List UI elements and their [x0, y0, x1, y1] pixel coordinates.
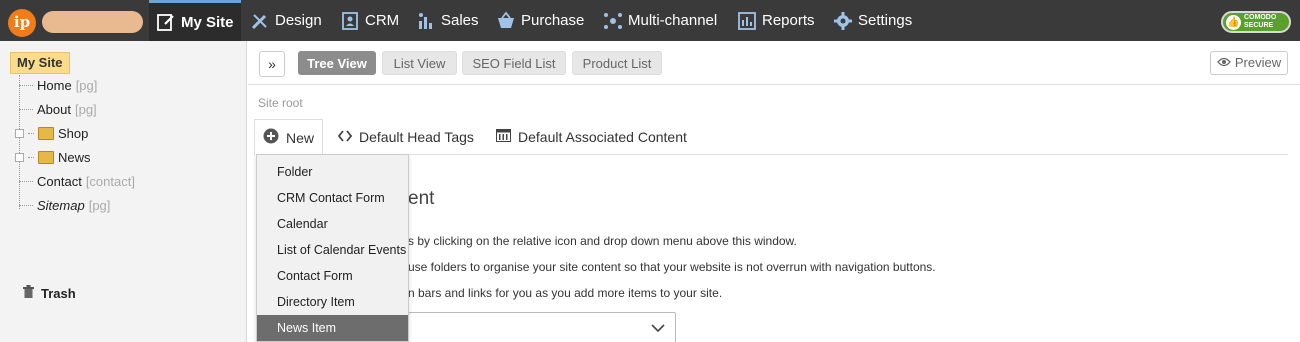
tree-item-label: Home: [37, 78, 72, 93]
badge-line-2: SECURE: [1244, 22, 1274, 29]
nav-label: Purchase: [521, 12, 585, 29]
tree-item-about[interactable]: About [pg]: [19, 102, 97, 117]
menu-item-list-of-calendar-events[interactable]: List of Calendar Events: [257, 237, 408, 263]
help-text-line: s by clicking on the relative icon and d…: [408, 234, 797, 248]
tree-item-sitemap[interactable]: Sitemap [pg]: [19, 198, 110, 213]
design-tools-icon: [250, 11, 270, 31]
content-select[interactable]: [408, 312, 676, 342]
trash-label: Trash: [41, 285, 76, 301]
new-item-dropdown: Folder CRM Contact Form Calendar List of…: [256, 154, 409, 342]
edit-page-icon: [156, 12, 176, 32]
help-text-line: n bars and links for you as you add more…: [408, 286, 723, 300]
breadcrumb[interactable]: Site root: [258, 96, 303, 110]
nav-purchase[interactable]: Purchase: [496, 0, 584, 41]
tab-label: Default Associated Content: [518, 129, 687, 145]
tree-root-my-site[interactable]: My Site: [10, 52, 70, 74]
tree-item-label: Contact: [37, 174, 82, 189]
help-text-line: use folders to organise your site conten…: [408, 260, 936, 274]
site-selector[interactable]: [42, 11, 143, 33]
nav-multi-channel[interactable]: Multi-channel: [603, 0, 717, 41]
tree-item-label: Sitemap: [37, 198, 85, 213]
tree-item-label: Shop: [58, 126, 89, 141]
tree-item-tag: [pg]: [74, 102, 97, 117]
tab-label: Default Head Tags: [359, 129, 474, 145]
tab-default-associated-content[interactable]: Default Associated Content: [496, 119, 687, 155]
tree-view-button[interactable]: Tree View: [298, 51, 376, 75]
reports-icon: [737, 11, 757, 31]
expand-toggle[interactable]: [15, 153, 24, 162]
tree-item-shop[interactable]: Shop: [15, 126, 89, 141]
expand-toggle[interactable]: [15, 129, 24, 138]
nav-crm[interactable]: CRM: [340, 0, 399, 41]
menu-item-directory-item[interactable]: Directory Item: [257, 289, 408, 315]
app-logo[interactable]: ip: [8, 9, 36, 37]
folder-icon: [38, 127, 54, 140]
menu-item-folder[interactable]: Folder: [257, 159, 408, 185]
nav-label: My Site: [181, 13, 234, 31]
trash-bin[interactable]: Trash: [22, 284, 76, 302]
code-brackets-icon: [337, 129, 353, 146]
tree-item-tag: [contact]: [85, 174, 135, 189]
menu-item-calendar[interactable]: Calendar: [257, 211, 408, 237]
nav-label: Settings: [858, 12, 913, 29]
nav-label: Sales: [441, 12, 479, 29]
preview-button[interactable]: Preview: [1210, 51, 1288, 75]
tree-item-tag: [pg]: [88, 198, 111, 213]
expand-sidebar-button[interactable]: »: [259, 51, 285, 77]
nav-settings[interactable]: Settings: [833, 0, 912, 41]
content-heading: ent: [408, 188, 435, 209]
content-tabs: New Default Head Tags Default Associated…: [254, 119, 1288, 156]
comodo-secure-badge: 👍 COMODO SECURE: [1221, 11, 1291, 33]
site-tree-sidebar: My Site Home [pg] About [pg] Shop News C…: [0, 41, 247, 342]
eye-icon: [1217, 51, 1231, 75]
network-icon: [603, 11, 623, 31]
menu-item-contact-form[interactable]: Contact Form: [257, 263, 408, 289]
tree-item-tag: [pg]: [75, 78, 98, 93]
tree-item-news[interactable]: News: [15, 150, 91, 165]
thumbs-up-icon: 👍: [1226, 14, 1241, 30]
tree-item-contact[interactable]: Contact [contact]: [19, 174, 135, 189]
list-view-button[interactable]: List View: [382, 51, 457, 75]
nav-label: Design: [275, 12, 322, 29]
trash-icon: [22, 284, 35, 302]
tree-item-label: About: [37, 102, 71, 117]
nav-design[interactable]: Design: [250, 0, 322, 41]
tree-item-home[interactable]: Home [pg]: [19, 78, 97, 93]
chevron-down-icon: [651, 324, 665, 333]
nav-sales[interactable]: Sales: [416, 0, 479, 41]
tab-default-head-tags[interactable]: Default Head Tags: [337, 119, 474, 155]
folder-icon: [38, 151, 54, 164]
view-toolbar: » Tree View List View SEO Field List Pro…: [248, 41, 1300, 85]
seo-field-list-button[interactable]: SEO Field List: [462, 51, 566, 75]
gear-icon: [833, 11, 853, 31]
menu-item-crm-contact-form[interactable]: CRM Contact Form: [257, 185, 408, 211]
purchase-basket-icon: [496, 11, 516, 31]
tree-item-label: News: [58, 150, 91, 165]
product-list-button[interactable]: Product List: [572, 51, 662, 75]
plus-circle-icon: [263, 128, 279, 147]
top-navigation-bar: ip My Site Design CRM Sales Purchase Mul…: [0, 0, 1300, 41]
nav-label: Reports: [762, 12, 815, 29]
nav-label: CRM: [365, 12, 400, 29]
badge-line-1: COMODO: [1244, 14, 1277, 21]
nav-my-site[interactable]: My Site: [149, 0, 241, 41]
columns-icon: [496, 129, 511, 145]
contact-card-icon: [340, 11, 360, 31]
nav-label: Multi-channel: [628, 12, 718, 29]
sales-chart-icon: [416, 11, 436, 31]
tab-label: New: [286, 129, 315, 146]
menu-item-news-item[interactable]: News Item: [257, 315, 408, 341]
nav-reports[interactable]: Reports: [737, 0, 815, 41]
preview-label: Preview: [1234, 55, 1282, 70]
tab-new[interactable]: New: [254, 119, 324, 156]
